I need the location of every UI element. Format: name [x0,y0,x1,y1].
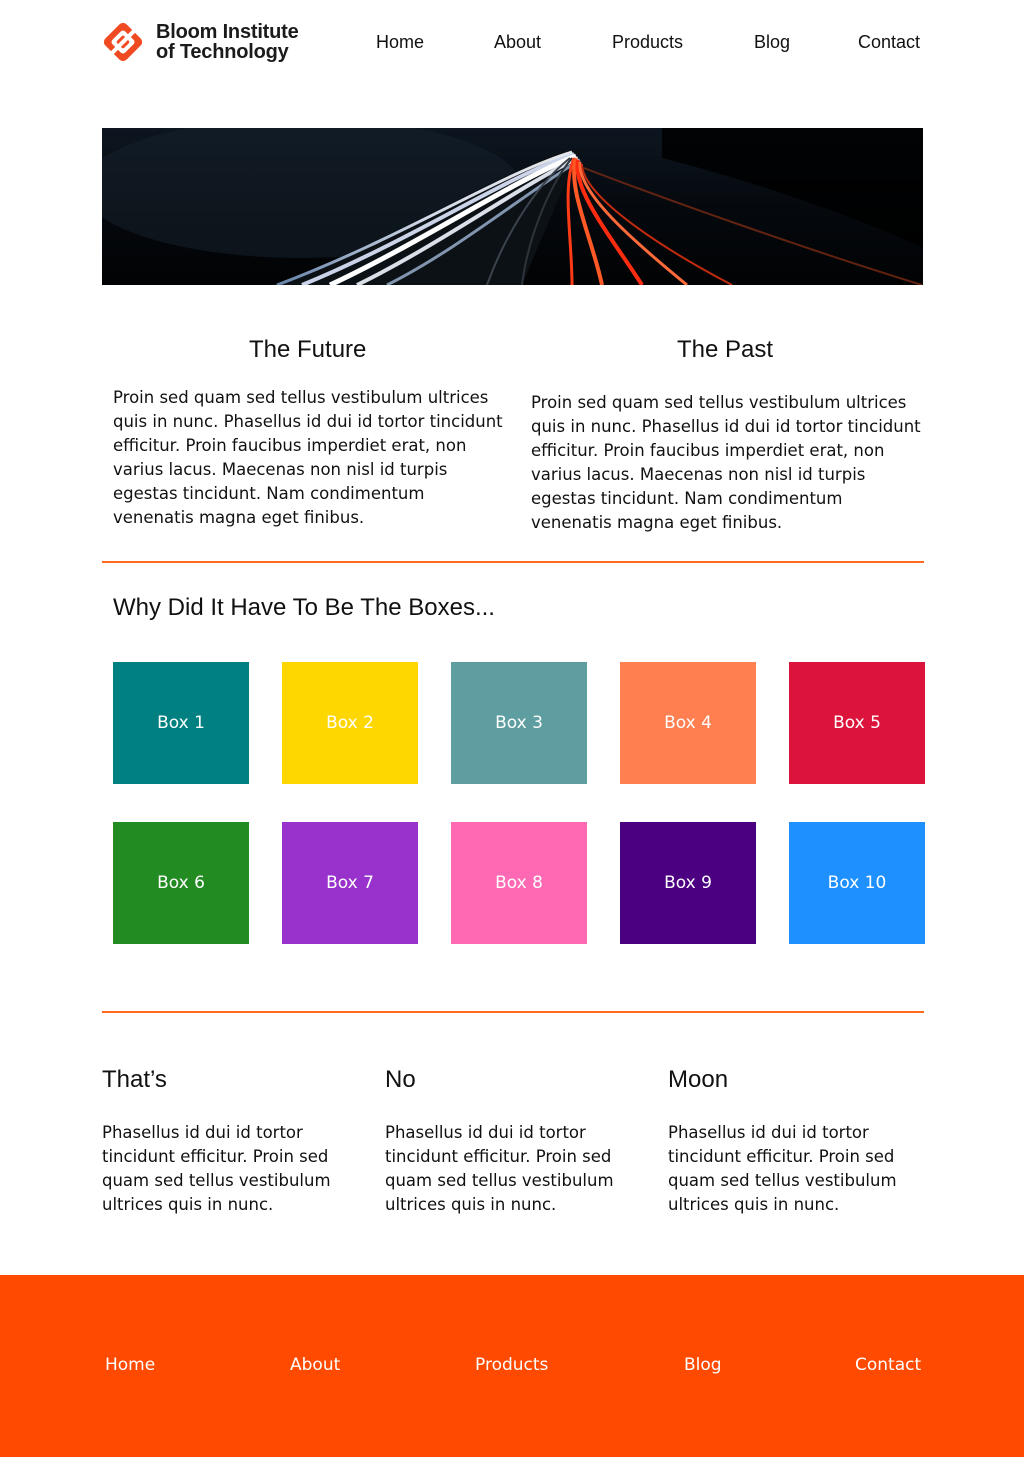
box-6: Box 6 [113,822,249,944]
trio-body-2: Phasellus id dui id tortor tincidunt eff… [385,1123,614,1214]
footer-nav-blog[interactable]: Blog [684,1355,722,1375]
brand-name-line2: of Technology [156,41,289,63]
box-6-label: Box 6 [157,873,205,893]
footer: Home About Products Blog Contact [0,1275,1024,1457]
footer-nav-products[interactable]: Products [475,1355,548,1375]
box-8: Box 8 [451,822,587,944]
brand-name: Bloom Institute of Technology [156,22,299,62]
trio-title-3: Moon [668,1066,729,1093]
section-divider-1 [102,561,924,563]
column-body-past: Proin sed quam sed tellus vestibulum ult… [531,393,921,532]
brand-logo[interactable]: Bloom Institute of Technology [102,20,322,64]
column-title-past: The Past [677,336,774,363]
trio-body-1: Phasellus id dui id tortor tincidunt eff… [102,1123,331,1214]
footer-nav-contact[interactable]: Contact [855,1355,921,1375]
bloom-logo-icon [103,22,143,62]
nav-home[interactable]: Home [376,32,424,53]
box-7: Box 7 [282,822,418,944]
box-3-label: Box 3 [495,713,543,733]
box-8-label: Box 8 [495,873,543,893]
box-3: Box 3 [451,662,587,784]
box-5: Box 5 [789,662,925,784]
box-10: Box 10 [789,822,925,944]
footer-nav-home[interactable]: Home [105,1355,155,1375]
box-9-label: Box 9 [664,873,712,893]
column-body-future: Proin sed quam sed tellus vestibulum ult… [113,388,503,527]
box-9: Box 9 [620,822,756,944]
trio-title-1: That’s [102,1066,167,1093]
trio-body-3: Phasellus id dui id tortor tincidunt eff… [668,1123,897,1214]
box-4: Box 4 [620,662,756,784]
column-title-future: The Future [249,336,367,363]
nav-products[interactable]: Products [612,32,683,53]
boxes-section-title: Why Did It Have To Be The Boxes... [113,594,495,621]
nav-contact[interactable]: Contact [858,32,920,53]
box-1-label: Box 1 [157,713,205,733]
box-7-label: Box 7 [326,873,374,893]
section-divider-2 [102,1011,924,1013]
box-5-label: Box 5 [833,713,881,733]
brand-name-line1: Bloom Institute [156,21,299,43]
box-2-label: Box 2 [326,713,374,733]
hero-image [102,128,923,285]
box-2: Box 2 [282,662,418,784]
nav-about[interactable]: About [494,32,541,53]
nav-blog[interactable]: Blog [754,32,790,53]
box-10-label: Box 10 [827,873,887,893]
box-1: Box 1 [113,662,249,784]
trio-title-2: No [385,1066,416,1093]
footer-nav-about[interactable]: About [290,1355,340,1375]
box-4-label: Box 4 [664,713,712,733]
